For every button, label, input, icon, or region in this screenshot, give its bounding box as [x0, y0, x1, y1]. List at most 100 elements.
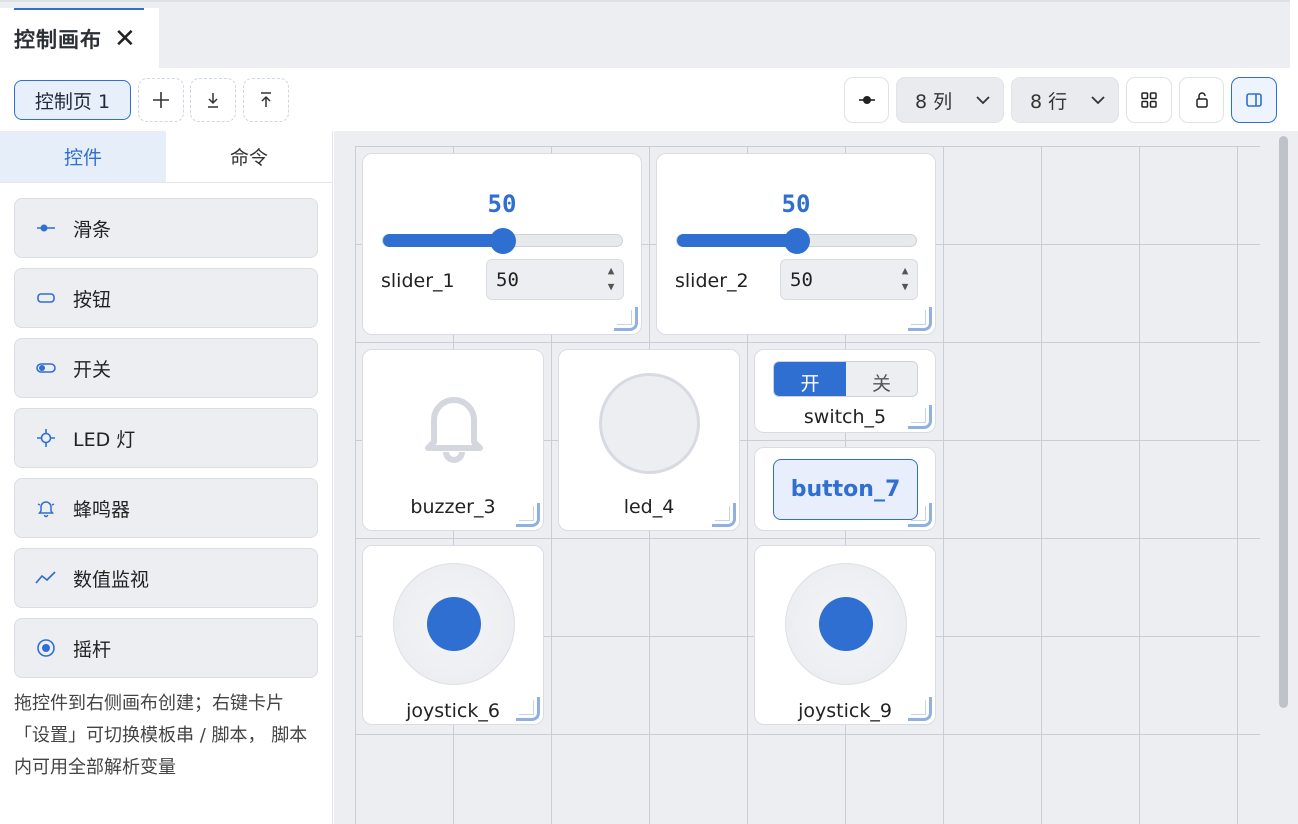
switch-off-option[interactable]: 关: [846, 362, 917, 396]
toggle-sidebar-button[interactable]: [1231, 77, 1277, 123]
snap-button[interactable]: [844, 77, 889, 123]
tab-widgets[interactable]: 控件: [0, 131, 166, 182]
resize-handle[interactable]: [516, 697, 540, 721]
palette-item-label: 蜂鸣器: [73, 498, 131, 521]
number-spinner[interactable]: ▲ ▼: [605, 263, 617, 295]
tab-control-canvas[interactable]: 控制画布 ✕: [0, 8, 159, 70]
widget-card-joystick[interactable]: joystick_9: [754, 545, 936, 725]
left-panel: 控件 命令 滑条 按钮 开关 LED 灯 蜂鸣器 数值监视 摇杆 拖控件到右侧画…: [0, 131, 333, 824]
import-button[interactable]: [190, 78, 236, 122]
columns-select[interactable]: 8 列: [896, 77, 1004, 123]
slider-number-input[interactable]: 50 ▲ ▼: [486, 259, 624, 300]
widget-name: slider_1: [381, 270, 455, 292]
widget-card-joystick[interactable]: joystick_6: [362, 545, 544, 725]
add-page-button[interactable]: [138, 78, 184, 122]
chevron-down-icon: [1091, 96, 1105, 105]
button-7[interactable]: button_7: [773, 459, 918, 520]
widget-card-button[interactable]: button_7: [754, 447, 936, 531]
tab-active-indicator: [14, 8, 144, 10]
panel-tabs: 控件 命令: [0, 131, 332, 183]
widget-card-led[interactable]: led_4: [558, 349, 740, 531]
rows-value: 8 行: [1030, 90, 1068, 113]
joystick-base[interactable]: [393, 563, 515, 685]
button-icon: [35, 292, 57, 304]
palette-item-joystick[interactable]: 摇杆: [14, 618, 318, 678]
palette-item-label: 滑条: [73, 218, 112, 241]
download-icon: [208, 93, 218, 108]
joystick-icon: [35, 638, 57, 658]
bell-icon: [425, 397, 483, 463]
columns-value: 8 列: [915, 90, 953, 113]
resize-handle[interactable]: [614, 307, 638, 331]
palette-item-monitor[interactable]: 数值监视: [14, 548, 318, 608]
switch-on-option[interactable]: 开: [774, 362, 846, 396]
palette-item-buzzer[interactable]: 蜂鸣器: [14, 478, 318, 538]
switch-icon: [35, 362, 57, 374]
slider-track[interactable]: [676, 228, 917, 254]
resize-handle[interactable]: [516, 503, 540, 527]
monitor-icon: [35, 571, 57, 585]
widget-card-slider[interactable]: 50 slider_2 50 ▲ ▼: [656, 153, 936, 335]
grid-layout-button[interactable]: [1126, 77, 1172, 123]
spin-down-icon[interactable]: ▼: [605, 279, 617, 295]
resize-handle[interactable]: [908, 697, 932, 721]
palette-item-slider[interactable]: 滑条: [14, 198, 318, 258]
grid-icon: [1141, 92, 1157, 108]
buzzer-icon: [35, 498, 57, 518]
resize-handle[interactable]: [712, 503, 736, 527]
sidebar-panel-icon: [1246, 93, 1262, 107]
widget-card-slider[interactable]: 50 slider_1 50 ▲ ▼: [362, 153, 642, 335]
palette-item-label: 开关: [73, 358, 112, 381]
spin-up-icon[interactable]: ▲: [605, 263, 617, 279]
toolbar: 控制页 1 8 列 8 行: [0, 68, 1290, 131]
control-canvas[interactable]: 50 slider_1 50 ▲▼ 50 slider_2 50 ▲▼ bu: [334, 131, 1290, 824]
toggle-switch[interactable]: 开 关: [773, 361, 918, 397]
joystick-knob[interactable]: [427, 597, 481, 651]
slider-number-input[interactable]: 50 ▲ ▼: [780, 259, 918, 300]
canvas-scrollbar-track[interactable]: [1288, 131, 1298, 824]
page-tab-1[interactable]: 控制页 1: [14, 80, 131, 120]
export-button[interactable]: [243, 78, 289, 122]
spin-up-icon[interactable]: ▲: [899, 263, 911, 279]
palette-item-button[interactable]: 按钮: [14, 268, 318, 328]
resize-handle[interactable]: [908, 405, 932, 429]
joystick-base[interactable]: [785, 563, 907, 685]
slider-fill: [677, 234, 797, 247]
led-icon: [35, 428, 57, 448]
resize-handle[interactable]: [908, 503, 932, 527]
widget-card-switch[interactable]: 开 关 switch_5: [754, 349, 936, 433]
joystick-knob[interactable]: [819, 597, 873, 651]
palette-item-switch[interactable]: 开关: [14, 338, 318, 398]
number-input-value: 50: [790, 268, 813, 291]
palette-item-led[interactable]: LED 灯: [14, 408, 318, 468]
palette-item-label: LED 灯: [73, 428, 136, 451]
slider-dot-icon: [858, 96, 875, 104]
tab-strip: 控制画布 ✕: [0, 0, 1290, 70]
tab-title: 控制画布: [14, 28, 102, 52]
help-text: 拖控件到右侧画布创建；右键卡片「设置」可切换模板串 / 脚本， 脚本内可用全部解…: [14, 693, 308, 778]
plus-icon: [153, 92, 169, 108]
slider-thumb[interactable]: [489, 228, 516, 254]
slider-icon: [35, 222, 57, 234]
unlock-icon: [1195, 92, 1208, 108]
spin-down-icon[interactable]: ▼: [899, 279, 911, 295]
widget-palette: 滑条 按钮 开关 LED 灯 蜂鸣器 数值监视 摇杆: [14, 198, 318, 688]
slider-fill: [383, 234, 503, 247]
lock-button[interactable]: [1179, 77, 1224, 123]
palette-item-label: 数值监视: [73, 568, 150, 591]
close-icon[interactable]: ✕: [114, 26, 136, 52]
resize-handle[interactable]: [908, 307, 932, 331]
palette-item-label: 按钮: [73, 288, 112, 311]
chevron-down-icon: [976, 96, 990, 105]
slider-value-display: 50: [487, 190, 517, 218]
rows-select[interactable]: 8 行: [1011, 77, 1119, 123]
led-indicator: [599, 373, 700, 474]
widget-name: slider_2: [675, 270, 749, 292]
slider-thumb[interactable]: [783, 228, 810, 254]
slider-value-display: 50: [781, 190, 811, 218]
slider-track[interactable]: [382, 228, 623, 254]
tab-commands[interactable]: 命令: [166, 131, 332, 182]
canvas-scrollbar-thumb[interactable]: [1279, 136, 1288, 708]
number-spinner[interactable]: ▲ ▼: [899, 263, 911, 295]
widget-card-buzzer[interactable]: buzzer_3: [362, 349, 544, 531]
